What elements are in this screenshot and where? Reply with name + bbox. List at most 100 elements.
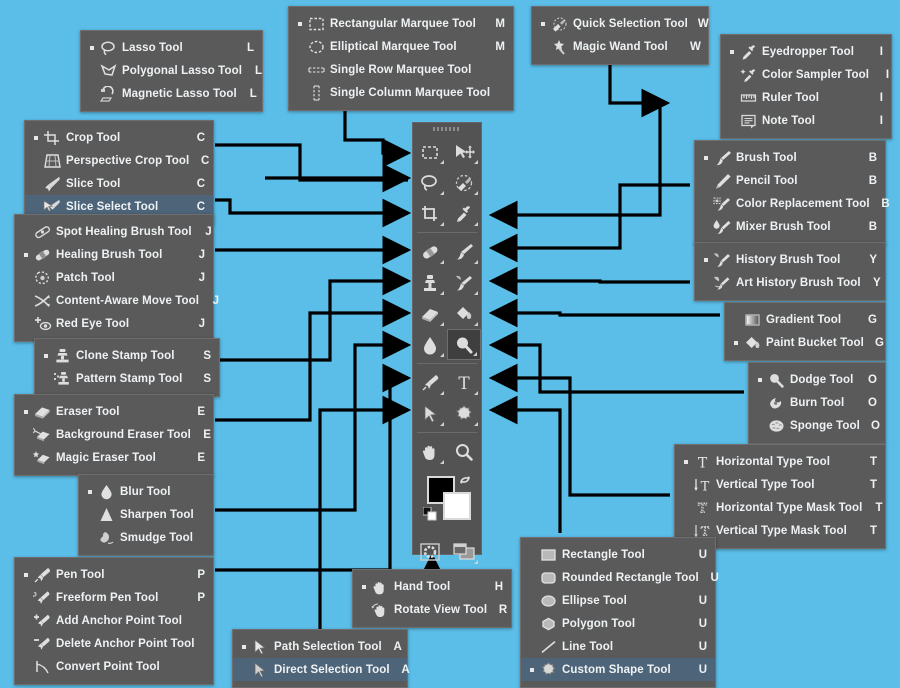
- tool-menu-item[interactable]: Spot Healing Brush Tool J: [15, 220, 213, 243]
- default-colors-icon[interactable]: [422, 506, 437, 526]
- tool-history-brush[interactable]: [447, 267, 481, 298]
- swap-colors-icon[interactable]: [457, 472, 473, 493]
- tool-menu-item[interactable]: Elliptical Marquee Tool M: [289, 35, 513, 58]
- tool-menu-item[interactable]: Gradient Tool G: [725, 308, 885, 331]
- pen-tools-flyout[interactable]: Pen Tool P Freeform Pen Tool P Add Anchor Po…: [14, 557, 214, 685]
- eyedropper-tools-flyout[interactable]: Eyedropper Tool I Color Sampler Tool I Ruler…: [720, 34, 892, 139]
- tool-menu-item[interactable]: Rectangle Tool U: [521, 543, 715, 566]
- tool-menu-item[interactable]: Direct Selection Tool A: [233, 658, 410, 681]
- tool-paint-bucket[interactable]: [447, 298, 481, 329]
- tool-menu-item[interactable]: Single Row Marquee Tool: [289, 58, 513, 81]
- tool-menu-item[interactable]: Eraser Tool E: [15, 400, 213, 423]
- tool-menu-item[interactable]: History Brush Tool Y: [695, 248, 885, 271]
- tool-menu-item[interactable]: T Vertical Type Tool T: [675, 473, 885, 496]
- crop-tools-flyout[interactable]: Crop Tool C Perspective Crop Tool C Slice To…: [24, 120, 214, 225]
- tool-menu-item[interactable]: Line Tool U: [521, 635, 715, 658]
- tool-menu-item[interactable]: Polygon Tool U: [521, 612, 715, 635]
- tool-menu-item[interactable]: Patch Tool J: [15, 266, 213, 289]
- tool-menu-item[interactable]: Color Sampler Tool I: [721, 63, 891, 86]
- tool-menu-item[interactable]: Color Replacement Tool B: [695, 192, 890, 215]
- tool-horizontal-type[interactable]: T: [447, 367, 481, 398]
- tool-menu-item[interactable]: Polygonal Lasso Tool L: [81, 59, 262, 82]
- tool-menu-item[interactable]: Art History Brush Tool Y: [695, 271, 885, 294]
- tool-menu-item[interactable]: Magnetic Lasso Tool L: [81, 82, 262, 105]
- tool-menu-item[interactable]: Add Anchor Point Tool: [15, 609, 213, 632]
- screen-mode-button[interactable]: [447, 536, 481, 567]
- tool-menu-item[interactable]: Pen Tool P: [15, 563, 213, 586]
- quick-selection-tools-flyout[interactable]: Quick Selection Tool W Magic Wand Tool W: [531, 6, 709, 65]
- blur-tools-flyout[interactable]: Blur Tool Sharpen Tool Smudge Tool: [78, 474, 214, 556]
- tool-clone-stamp[interactable]: [413, 267, 447, 298]
- tool-menu-item[interactable]: Dodge Tool O: [749, 368, 885, 391]
- tool-menu-item[interactable]: Red Eye Tool J: [15, 312, 213, 335]
- history-brush-tools-flyout[interactable]: History Brush Tool Y Art History Brush Too…: [694, 242, 886, 301]
- tool-menu-item[interactable]: Lasso Tool L: [81, 36, 262, 59]
- tool-menu-item[interactable]: Magic Eraser Tool E: [15, 446, 213, 469]
- tool-menu-item[interactable]: Sponge Tool O: [749, 414, 885, 437]
- tool-menu-item[interactable]: Freeform Pen Tool P: [15, 586, 213, 609]
- shape-tools-flyout[interactable]: Rectangle Tool U Rounded Rectangle Tool U El…: [520, 537, 719, 688]
- stamp-tools-flyout[interactable]: Clone Stamp Tool S Pattern Stamp Tool S: [34, 338, 220, 397]
- tool-menu-item[interactable]: Hand Tool H: [353, 575, 511, 598]
- tool-menu-item[interactable]: Rectangular Marquee Tool M: [289, 12, 513, 35]
- marquee-tools-flyout[interactable]: Rectangular Marquee Tool M Elliptical Marq…: [288, 6, 514, 111]
- tool-eraser[interactable]: [413, 298, 447, 329]
- tool-menu-item[interactable]: Ellipse Tool U: [521, 589, 715, 612]
- tool-move[interactable]: [447, 136, 481, 167]
- tool-menu-item[interactable]: Pencil Tool B: [695, 169, 885, 192]
- tool-menu-item[interactable]: Sharpen Tool: [79, 503, 213, 526]
- tool-menu-item[interactable]: Path Selection Tool A: [233, 635, 407, 658]
- tool-path-selection[interactable]: [413, 398, 447, 429]
- tool-blur[interactable]: [413, 329, 447, 360]
- tool-menu-item[interactable]: Slice Tool C: [25, 172, 213, 195]
- eraser-tools-flyout[interactable]: Eraser Tool E Background Eraser Tool E Magic…: [14, 394, 214, 476]
- tool-menu-item[interactable]: Healing Brush Tool J: [15, 243, 213, 266]
- path-selection-tools-flyout[interactable]: Path Selection Tool A Direct Selection Too…: [232, 629, 410, 688]
- tool-menu-item[interactable]: Content-Aware Move Tool J: [15, 289, 219, 312]
- tool-menu-item[interactable]: Brush Tool B: [695, 146, 885, 169]
- tool-menu-item[interactable]: T Horizontal Type Mask Tool T: [675, 496, 885, 519]
- tool-lasso[interactable]: [413, 167, 447, 198]
- lasso-tools-flyout[interactable]: Lasso Tool L Polygonal Lasso Tool L Magnetic…: [80, 30, 263, 112]
- color-swatches[interactable]: [413, 470, 481, 534]
- tool-menu-item[interactable]: Rotate View Tool R: [353, 598, 511, 621]
- healing-tools-flyout[interactable]: Spot Healing Brush Tool J Healing Brush To…: [14, 214, 219, 342]
- tool-zoom[interactable]: [447, 436, 481, 467]
- tool-menu-item[interactable]: Perspective Crop Tool C: [25, 149, 213, 172]
- tool-crop[interactable]: [413, 198, 447, 229]
- tool-menu-item[interactable]: Eyedropper Tool I: [721, 40, 891, 63]
- tool-brush[interactable]: [447, 236, 481, 267]
- hand-tools-flyout[interactable]: Hand Tool H Rotate View Tool R: [352, 569, 512, 628]
- tool-menu-item[interactable]: Quick Selection Tool W: [532, 12, 709, 35]
- gradient-tools-flyout[interactable]: Gradient Tool G Paint Bucket Tool G: [724, 302, 886, 361]
- tool-menu-item[interactable]: Single Column Marquee Tool: [289, 81, 513, 104]
- tool-menu-item[interactable]: Pattern Stamp Tool S: [35, 367, 219, 390]
- tool-menu-item[interactable]: Custom Shape Tool U: [521, 658, 715, 681]
- tool-menu-item[interactable]: Crop Tool C: [25, 126, 213, 149]
- tool-menu-item[interactable]: Magic Wand Tool W: [532, 35, 708, 58]
- tool-menu-item[interactable]: Rounded Rectangle Tool U: [521, 566, 719, 589]
- quick-mask-button[interactable]: [413, 536, 447, 567]
- tool-rectangular-marquee[interactable]: [413, 136, 447, 167]
- tool-menu-item[interactable]: Background Eraser Tool E: [15, 423, 213, 446]
- tool-custom-shape[interactable]: [447, 398, 481, 429]
- tool-eyedropper[interactable]: [447, 198, 481, 229]
- tool-menu-item[interactable]: Smudge Tool: [79, 526, 213, 549]
- tool-menu-item[interactable]: Delete Anchor Point Tool: [15, 632, 213, 655]
- tool-menu-item[interactable]: Ruler Tool I: [721, 86, 891, 109]
- tool-pen[interactable]: [413, 367, 447, 398]
- tool-menu-item[interactable]: Convert Point Tool: [15, 655, 213, 678]
- tool-healing-brush[interactable]: [413, 236, 447, 267]
- tool-menu-item[interactable]: T Horizontal Type Tool T: [675, 450, 885, 473]
- tool-menu-item[interactable]: Note Tool I: [721, 109, 891, 132]
- photoshop-tools-panel[interactable]: T: [412, 122, 482, 564]
- toolbar-drag-handle[interactable]: [413, 123, 481, 135]
- tool-menu-item[interactable]: Mixer Brush Tool B: [695, 215, 885, 238]
- tool-menu-item[interactable]: Blur Tool: [79, 480, 213, 503]
- tool-dodge[interactable]: [447, 329, 481, 360]
- background-color-swatch[interactable]: [443, 492, 471, 520]
- brush-tools-flyout[interactable]: Brush Tool B Pencil Tool B Color Replacement…: [694, 140, 890, 245]
- tool-menu-item[interactable]: Paint Bucket Tool G: [725, 331, 885, 354]
- dodge-tools-flyout[interactable]: Dodge Tool O Burn Tool O Sponge Tool O: [748, 362, 886, 444]
- type-tools-flyout[interactable]: T Horizontal Type Tool T T Vertical Type Too…: [674, 444, 886, 549]
